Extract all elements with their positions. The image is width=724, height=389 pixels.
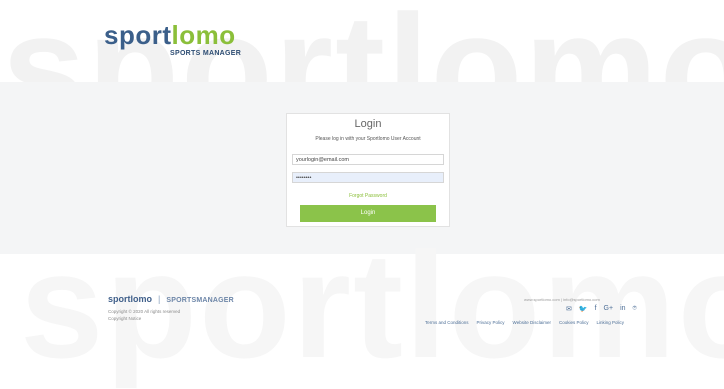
privacy-link[interactable]: Privacy Policy — [477, 320, 505, 325]
contact-line: www.sportlomo.com | info@sportlomo.com — [524, 297, 600, 302]
social-icons: ✉ 🐦 f G+ in ⌾ — [566, 305, 637, 313]
forgot-password-link[interactable]: Forgot Password — [287, 193, 449, 199]
facebook-icon[interactable]: f — [595, 305, 597, 313]
terms-link[interactable]: Terms and Conditions — [425, 320, 469, 325]
footer-logo-right: SPORTSMANAGER — [166, 297, 234, 304]
login-card: Login Please log in with your Sportlomo … — [286, 113, 450, 227]
email-icon[interactable]: ✉ — [566, 305, 572, 313]
email-field[interactable]: yourlogin@email.com — [292, 154, 444, 165]
login-subtitle: Please log in with your Sportlomo User A… — [315, 136, 421, 142]
linking-policy-link[interactable]: Linking Policy — [597, 320, 625, 325]
copyright-text: Copyright © 2020 All rights reserved — [108, 309, 181, 314]
instagram-icon[interactable]: ⌾ — [633, 305, 637, 313]
copyright-notice-link[interactable]: Copyright Notice — [108, 316, 141, 321]
google-plus-icon[interactable]: G+ — [604, 305, 614, 313]
sportlomo-logo[interactable]: sportlomo SPORTS MANAGER — [104, 20, 241, 57]
footer-logo-separator: | — [158, 294, 161, 304]
password-field[interactable]: •••••••• — [292, 172, 444, 183]
footer-logo[interactable]: sportlomo | SPORTSMANAGER — [108, 294, 234, 304]
footer-links: Terms and Conditions Privacy Policy Webs… — [425, 320, 624, 325]
logo-tagline: SPORTS MANAGER — [170, 50, 242, 57]
cookies-link[interactable]: Cookies Policy — [559, 320, 589, 325]
login-title: Login — [354, 118, 382, 130]
twitter-icon[interactable]: 🐦 — [579, 305, 588, 313]
logo-part-lomo: lomo — [171, 20, 236, 50]
linkedin-icon[interactable]: in — [620, 305, 625, 313]
login-button[interactable]: Login — [300, 205, 436, 222]
footer-logo-left: sportlomo — [108, 294, 152, 304]
logo-part-sport: sport — [104, 20, 172, 50]
header: sportlomo SPORTS MANAGER — [0, 0, 724, 80]
disclaimer-link[interactable]: Website Disclaimer — [513, 320, 551, 325]
